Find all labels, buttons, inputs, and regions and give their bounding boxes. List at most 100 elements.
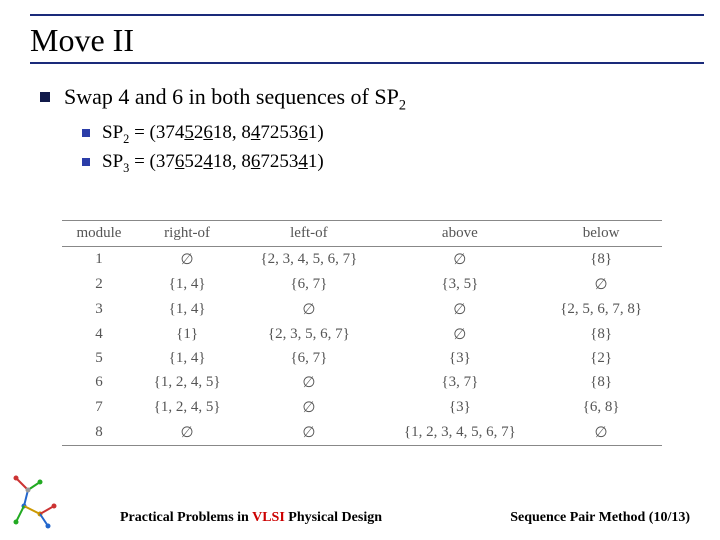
- table-row: 6{1, 2, 4, 5}∅{3, 7}{8}: [62, 370, 662, 395]
- table-cell: {8}: [540, 322, 662, 347]
- slide-title: Move II: [30, 22, 134, 59]
- th-rightof: right-of: [136, 221, 238, 247]
- sp2-m3: 7253: [260, 122, 298, 143]
- sub-bullet-icon: [82, 158, 90, 166]
- table-row: 2{1, 4}{6, 7}{3, 5}∅: [62, 272, 662, 297]
- table-cell: {8}: [540, 370, 662, 395]
- table-cell: 7: [62, 395, 136, 420]
- table-cell: {3, 7}: [379, 370, 540, 395]
- table-cell: ∅: [238, 370, 379, 395]
- table-cell: ∅: [238, 395, 379, 420]
- table-cell: 3: [62, 297, 136, 322]
- table-cell: {6, 7}: [238, 272, 379, 297]
- table-cell: ∅: [136, 247, 238, 273]
- table-cell: ∅: [379, 322, 540, 347]
- table-row: 8∅∅{1, 2, 3, 4, 5, 6, 7}∅: [62, 420, 662, 446]
- sp3-m3: 7253: [260, 151, 298, 172]
- table-row: 4{1}{2, 3, 5, 6, 7}∅{8}: [62, 322, 662, 347]
- sp2-m2: 18, 8: [213, 122, 251, 143]
- sub-bullets: SP2 = (37452618, 84725361) SP3 = (376524…: [82, 122, 692, 176]
- table-row: 7{1, 2, 4, 5}∅{3}{6, 8}: [62, 395, 662, 420]
- sp3-eq: = (37: [129, 151, 175, 172]
- top-rule: [30, 14, 704, 16]
- table-cell: {1, 4}: [136, 272, 238, 297]
- table-cell: {1, 2, 3, 4, 5, 6, 7}: [379, 420, 540, 446]
- footer-vlsi: VLSI: [252, 510, 285, 525]
- sp2-label: SP: [102, 122, 123, 143]
- table-cell: 2: [62, 272, 136, 297]
- table-cell: 6: [62, 370, 136, 395]
- sp2-m1: 2: [194, 122, 204, 143]
- th-leftof: left-of: [238, 221, 379, 247]
- sp3-u3: 6: [251, 151, 261, 172]
- th-below: below: [540, 221, 662, 247]
- table-cell: {1, 2, 4, 5}: [136, 370, 238, 395]
- table-cell: {1, 4}: [136, 297, 238, 322]
- table-header-row: module right-of left-of above below: [62, 221, 662, 247]
- relation-table-wrap: module right-of left-of above below 1∅{2…: [62, 220, 662, 446]
- sp3-u1: 6: [175, 151, 185, 172]
- main-text: Swap 4 and 6 in both sequences of SP: [64, 84, 399, 109]
- table-cell: {3}: [379, 395, 540, 420]
- table-cell: {6, 7}: [238, 347, 379, 370]
- main-bullet-text: Swap 4 and 6 in both sequences of SP2: [64, 84, 406, 114]
- table-cell: ∅: [238, 297, 379, 322]
- sp2-u4: 6: [298, 122, 308, 143]
- sp2-u3: 4: [251, 122, 261, 143]
- sp2-u2: 6: [203, 122, 213, 143]
- relation-table: module right-of left-of above below 1∅{2…: [62, 220, 662, 446]
- table-cell: {2}: [540, 347, 662, 370]
- table-row: 3{1, 4}∅∅{2, 5, 6, 7, 8}: [62, 297, 662, 322]
- sp3-m1: 52: [184, 151, 203, 172]
- sub-bullet-icon: [82, 129, 90, 137]
- table-cell: 1: [62, 247, 136, 273]
- content-area: Swap 4 and 6 in both sequences of SP2 SP…: [40, 84, 692, 180]
- table-cell: ∅: [379, 297, 540, 322]
- square-bullet-icon: [40, 92, 50, 102]
- table-body: 1∅{2, 3, 4, 5, 6, 7}∅{8}2{1, 4}{6, 7}{3,…: [62, 247, 662, 446]
- sub-bullet-sp2: SP2 = (37452618, 84725361): [82, 122, 692, 147]
- th-above: above: [379, 221, 540, 247]
- sub-bullet-sp3: SP3 = (37652418, 86725341): [82, 151, 692, 176]
- table-cell: ∅: [540, 420, 662, 446]
- main-sub: 2: [399, 97, 406, 113]
- sp3-line: SP3 = (37652418, 86725341): [102, 151, 324, 176]
- table-cell: {6, 8}: [540, 395, 662, 420]
- table-cell: ∅: [136, 420, 238, 446]
- table-cell: 4: [62, 322, 136, 347]
- sp3-label: SP: [102, 151, 123, 172]
- footer-left-pre: Practical Problems in: [120, 510, 252, 525]
- table-cell: ∅: [238, 420, 379, 446]
- table-row: 5{1, 4}{6, 7}{3}{2}: [62, 347, 662, 370]
- main-bullet-row: Swap 4 and 6 in both sequences of SP2: [40, 84, 692, 114]
- table-cell: {1, 2, 4, 5}: [136, 395, 238, 420]
- table-head: module right-of left-of above below: [62, 221, 662, 247]
- sp2-line: SP2 = (37452618, 84725361): [102, 122, 324, 147]
- footer-left: Practical Problems in VLSI Physical Desi…: [120, 510, 382, 526]
- th-module: module: [62, 221, 136, 247]
- table-cell: 8: [62, 420, 136, 446]
- footer-right: Sequence Pair Method (10/13): [510, 510, 690, 526]
- title-underline: [30, 62, 704, 64]
- sp3-end: 1): [308, 151, 324, 172]
- sp2-u1: 5: [184, 122, 194, 143]
- sp3-m2: 18, 8: [213, 151, 251, 172]
- table-cell: ∅: [540, 272, 662, 297]
- table-cell: ∅: [379, 247, 540, 273]
- table-cell: {2, 5, 6, 7, 8}: [540, 297, 662, 322]
- table-cell: 5: [62, 347, 136, 370]
- table-row: 1∅{2, 3, 4, 5, 6, 7}∅{8}: [62, 247, 662, 273]
- footer: Practical Problems in VLSI Physical Desi…: [120, 510, 690, 526]
- table-cell: {1, 4}: [136, 347, 238, 370]
- sp2-eq: = (374: [129, 122, 184, 143]
- table-cell: {8}: [540, 247, 662, 273]
- table-cell: {3, 5}: [379, 272, 540, 297]
- corner-decoration-icon: [10, 472, 70, 532]
- table-cell: {1}: [136, 322, 238, 347]
- sp3-u4: 4: [298, 151, 308, 172]
- sp2-end: 1): [308, 122, 324, 143]
- table-cell: {2, 3, 5, 6, 7}: [238, 322, 379, 347]
- sp3-u2: 4: [203, 151, 213, 172]
- table-cell: {2, 3, 4, 5, 6, 7}: [238, 247, 379, 273]
- footer-left-post: Physical Design: [285, 510, 382, 525]
